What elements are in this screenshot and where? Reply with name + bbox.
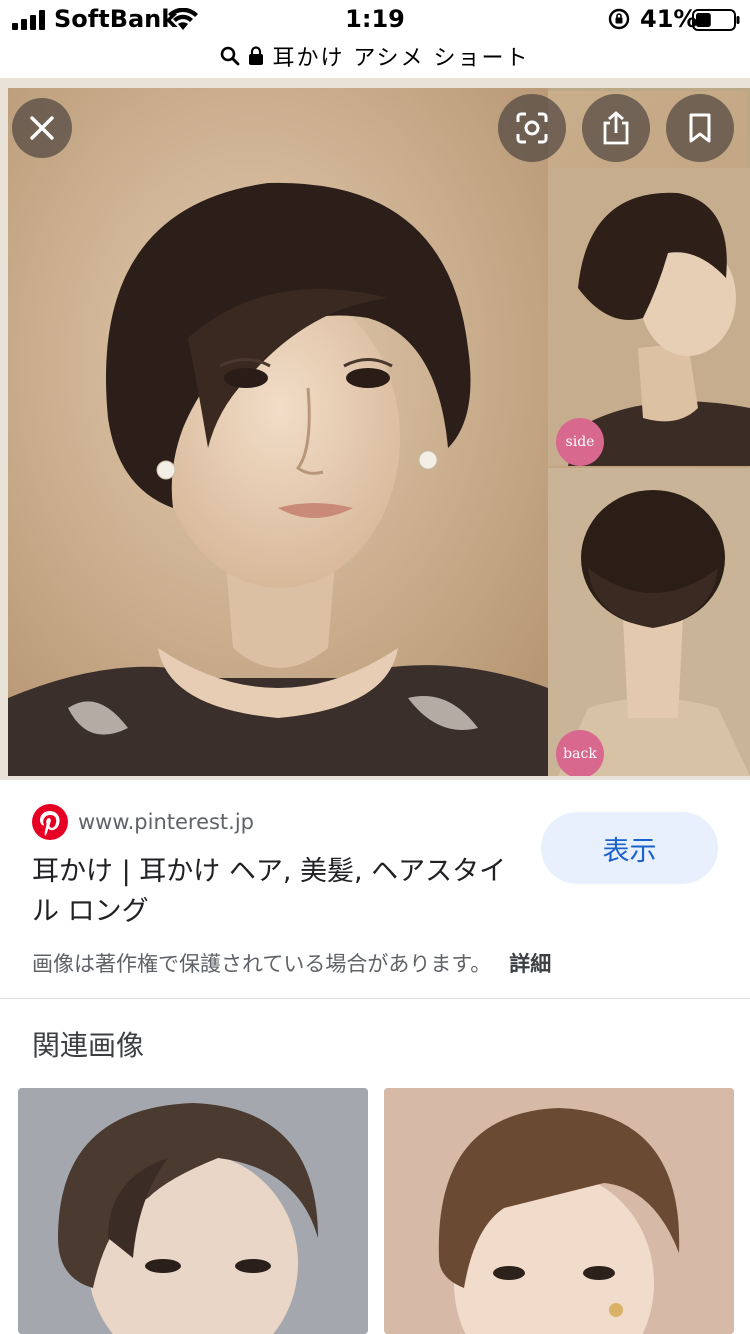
close-button[interactable] (12, 98, 72, 158)
battery-icon (692, 9, 740, 31)
divider (0, 998, 750, 999)
view-button[interactable]: 表示 (541, 812, 718, 884)
bookmark-icon (689, 113, 711, 143)
portrait-front-image (8, 88, 548, 776)
battery-percent: 41% (640, 5, 698, 33)
search-query: 耳かけ アシメ ショート (272, 46, 530, 71)
details-link[interactable]: 詳細 (509, 952, 551, 976)
result-info: www.pinterest.jp 耳かけ | 耳かけ ヘア, 美髪, ヘアスタイ… (0, 780, 750, 998)
related-image-2 (384, 1088, 734, 1334)
share-icon (603, 111, 629, 145)
url-bar[interactable]: 耳かけ アシメ ショート (0, 38, 750, 78)
related-image-1 (18, 1088, 368, 1334)
rotation-lock-icon (608, 8, 630, 30)
lock-icon (249, 46, 264, 65)
back-label: back (556, 730, 604, 776)
lens-button[interactable] (498, 94, 566, 162)
share-button[interactable] (582, 94, 650, 162)
source-domain: www.pinterest.jp (78, 810, 255, 834)
source-row[interactable]: www.pinterest.jp (32, 804, 254, 840)
pinterest-logo-icon (32, 804, 68, 840)
image-viewer: side back (0, 78, 750, 780)
result-image[interactable]: side back (8, 88, 750, 776)
side-label: side (556, 418, 604, 466)
status-bar: SoftBank 1:19 41% (0, 0, 750, 40)
related-image-thumbnail[interactable] (384, 1088, 734, 1334)
close-icon (30, 116, 54, 140)
related-images-heading: 関連画像 (32, 1029, 145, 1062)
bookmark-button[interactable] (666, 94, 734, 162)
lens-icon (516, 112, 548, 144)
search-icon (221, 46, 240, 66)
copyright-notice: 画像は著作権で保護されている場合があります。 (32, 952, 492, 976)
clock: 1:19 (345, 5, 405, 33)
result-title[interactable]: 耳かけ | 耳かけ ヘア, 美髪, ヘアスタイル ロング (32, 852, 522, 932)
copyright-row: 画像は著作権で保護されている場合があります。 詳細 (32, 948, 551, 978)
related-image-thumbnail[interactable] (18, 1088, 368, 1334)
